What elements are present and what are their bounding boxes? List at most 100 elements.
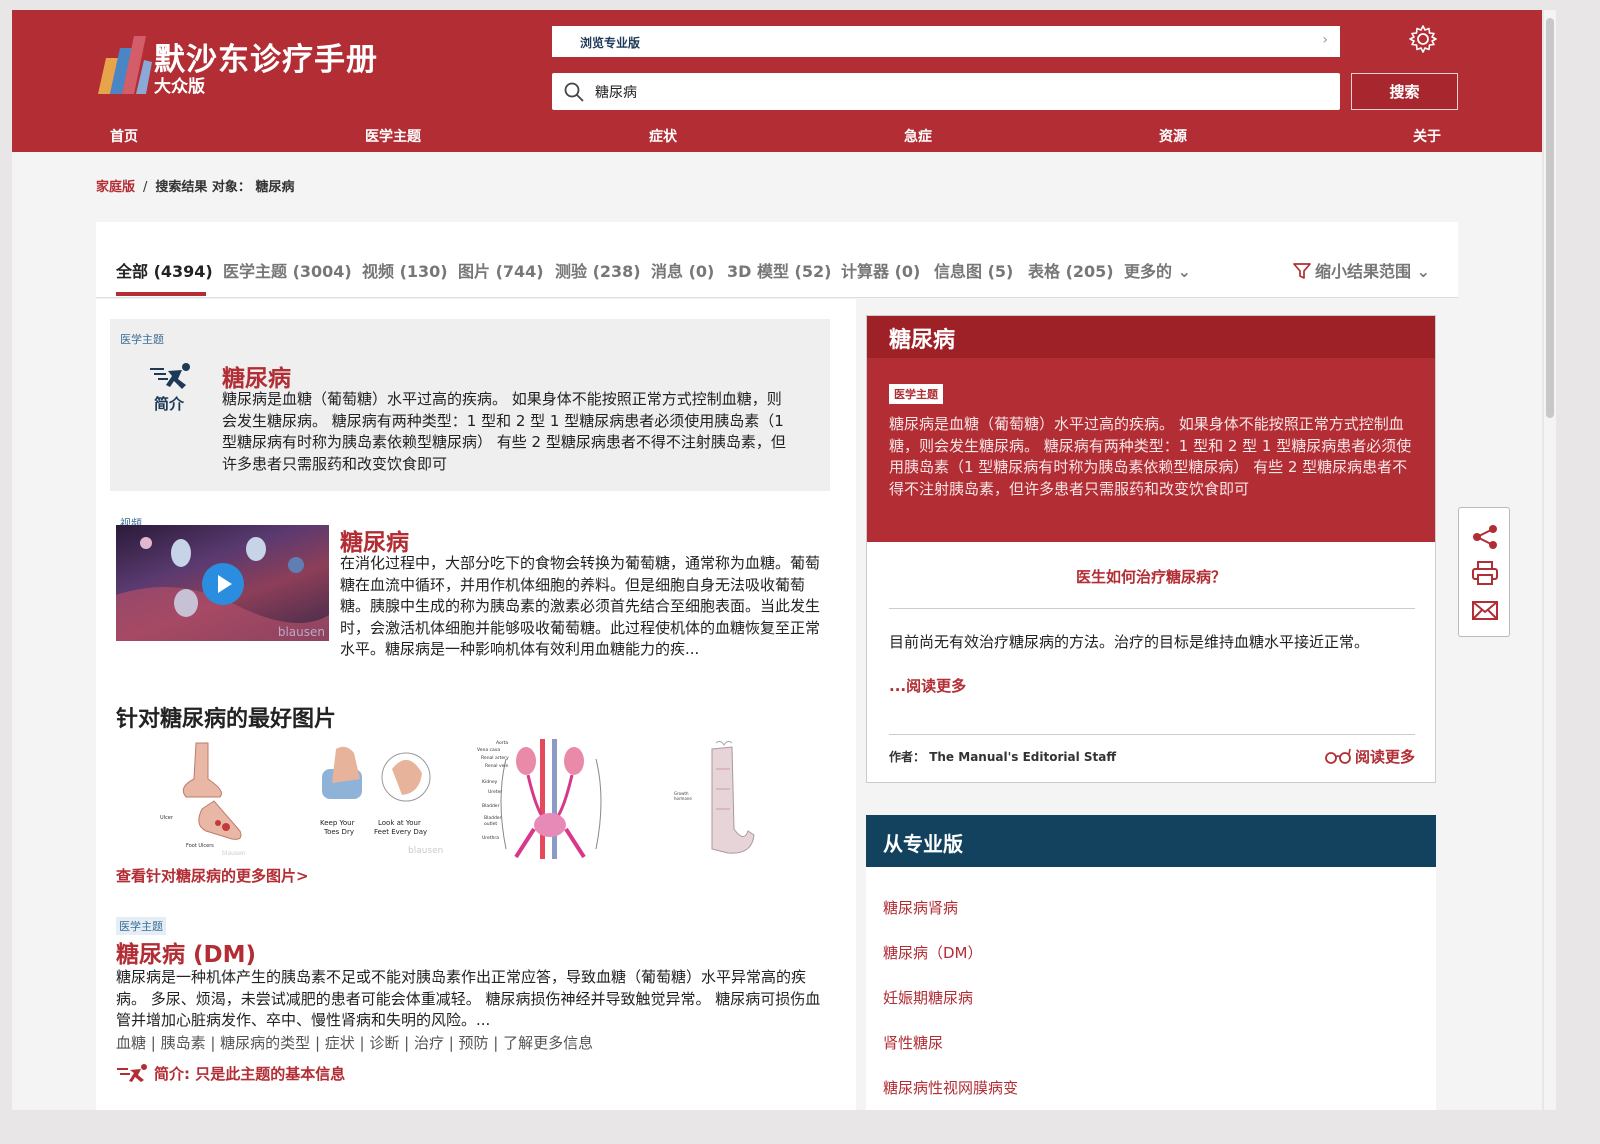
image-foot-ulcers[interactable]: Ulcer Foot Ulcers blausen bbox=[156, 739, 276, 859]
narrow-results-button[interactable]: 缩小结果范围 ⌄ bbox=[1293, 258, 1430, 282]
email-icon[interactable] bbox=[1471, 598, 1499, 624]
tab-videos[interactable]: 视频 (130) bbox=[362, 258, 448, 282]
image-label: outlet bbox=[484, 821, 497, 827]
share-icon[interactable] bbox=[1471, 524, 1499, 550]
nav-about[interactable]: 关于 bbox=[1413, 126, 1441, 146]
pro-link-diabetes-dm[interactable]: 糖尿病（DM） bbox=[883, 942, 983, 963]
nav-symptoms[interactable]: 症状 bbox=[649, 126, 677, 146]
breadcrumb-home[interactable]: 家庭版 bbox=[96, 180, 135, 195]
image-label: Ulcer bbox=[160, 815, 174, 821]
result-title[interactable]: 糖尿病 bbox=[340, 523, 409, 557]
results-column: 医学主题 简介 糖尿病 糖尿病是血糖（葡萄糖）水平过高的疾病。 如果身体不能按照… bbox=[96, 299, 856, 1110]
pro-link-renal-glucosuria[interactable]: 肾性糖尿 bbox=[883, 1032, 943, 1053]
image-label: Kidney bbox=[482, 779, 498, 785]
nav-emergencies[interactable]: 急症 bbox=[904, 126, 932, 146]
nav-medical-topics[interactable]: 医学主题 bbox=[365, 126, 421, 146]
scrollbar-thumb[interactable] bbox=[1546, 18, 1554, 418]
image-label: Vena cava bbox=[477, 747, 500, 753]
result-title[interactable]: 糖尿病 bbox=[222, 359, 291, 393]
runner-icon bbox=[117, 1064, 147, 1082]
image-urinary-system[interactable]: Aorta Vena cava Renal artery Renal vein … bbox=[476, 739, 626, 859]
pro-link-gestational-diabetes[interactable]: 妊娠期糖尿病 bbox=[883, 987, 973, 1008]
pro-panel-header: 从专业版 bbox=[866, 815, 1436, 867]
pro-panel-title: 从专业版 bbox=[883, 832, 963, 856]
featured-topic-header: 糖尿病 bbox=[867, 316, 1435, 358]
watermark: blausen bbox=[277, 625, 325, 639]
breadcrumb: 家庭版 / 搜索结果 对象： 糖尿病 bbox=[96, 176, 294, 195]
search-icon bbox=[564, 82, 584, 102]
pro-version-link[interactable]: 浏览专业版 › bbox=[552, 26, 1340, 57]
featured-topic-card: 糖尿病 医学主题 糖尿病是血糖（葡萄糖）水平过高的疾病。 如果身体不能按照正常方… bbox=[866, 315, 1436, 783]
active-tab-indicator bbox=[116, 292, 206, 296]
result-title[interactable]: 糖尿病 (DM) bbox=[116, 935, 256, 969]
nav-home[interactable]: 首页 bbox=[110, 126, 138, 146]
intro-badge: 简介 bbox=[154, 395, 185, 413]
tab-all[interactable]: 全部 (4394) bbox=[116, 258, 213, 282]
tab-quizzes[interactable]: 测验 (238) bbox=[555, 258, 641, 282]
result-snippet: 糖尿病是血糖（葡萄糖）水平过高的疾病。 如果身体不能按照正常方式控制血糖，则会发… bbox=[222, 390, 786, 473]
filter-icon bbox=[1293, 263, 1311, 279]
image-label: hormone bbox=[674, 796, 692, 801]
result-card-topic[interactable]: 医学主题 简介 糖尿病 糖尿病是血糖（葡萄糖）水平过高的疾病。 如果身体不能按照… bbox=[110, 319, 830, 491]
pro-link-diabetic-retinopathy[interactable]: 糖尿病性视网膜病变 bbox=[883, 1077, 1018, 1098]
tab-3d-models[interactable]: 3D 模型 (52) bbox=[727, 258, 831, 282]
browser-window: 默沙东诊疗手册 大众版 浏览专业版 › 搜索 首页 医学主题 症状 急症 资源 … bbox=[12, 10, 1542, 1110]
read-more-button[interactable]: 阅读更多 bbox=[1325, 746, 1415, 767]
result-type-tag: 医学主题 bbox=[116, 917, 166, 935]
divider bbox=[889, 734, 1415, 735]
breadcrumb-separator: / bbox=[143, 180, 148, 195]
read-more-label: 阅读更多 bbox=[1354, 748, 1415, 766]
gear-icon[interactable] bbox=[1408, 24, 1438, 54]
tab-images[interactable]: 图片 (744) bbox=[458, 258, 544, 282]
breadcrumb-current: 搜索结果 对象： 糖尿病 bbox=[155, 180, 295, 195]
subtopic-links[interactable]: 血糖 | 胰岛素 | 糖尿病的类型 | 症状 | 诊断 | 治疗 | 预防 | … bbox=[116, 1032, 593, 1053]
author-label: 作者： bbox=[889, 750, 926, 764]
image-label: Toes Dry bbox=[323, 828, 354, 836]
image-strip: Ulcer Foot Ulcers blausen Keep Your Toes… bbox=[116, 739, 816, 859]
tab-medical-topics[interactable]: 医学主题 (3004) bbox=[223, 258, 352, 282]
pro-version-label: 浏览专业版 bbox=[580, 36, 641, 50]
page-scrollbar[interactable] bbox=[1544, 10, 1556, 1110]
best-images-heading: 针对糖尿病的最好图片 bbox=[116, 707, 337, 732]
nav-resources[interactable]: 资源 bbox=[1159, 126, 1187, 146]
tab-more[interactable]: 更多的 ⌄ bbox=[1124, 258, 1191, 282]
treatment-answer: 目前尚无有效治疗糖尿病的方法。治疗的目标是维持血糖水平接近正常。 bbox=[889, 633, 1370, 651]
chevron-right-icon: › bbox=[1322, 32, 1328, 48]
video-thumbnail[interactable]: blausen bbox=[116, 525, 329, 641]
read-more-link[interactable]: ...阅读更多 bbox=[889, 675, 966, 696]
runner-icon bbox=[150, 363, 190, 389]
pro-link-diabetic-nephropathy[interactable]: 糖尿病肾病 bbox=[883, 897, 958, 918]
image-label: Foot Ulcers bbox=[186, 843, 214, 849]
image-label: Ureter bbox=[488, 789, 502, 795]
featured-topic-tag: 医学主题 bbox=[889, 384, 943, 404]
tab-infographics[interactable]: 信息图 (5) bbox=[934, 258, 1013, 282]
play-icon[interactable] bbox=[202, 563, 244, 605]
image-label: Renal vein bbox=[485, 763, 509, 769]
tab-news[interactable]: 消息 (0) bbox=[651, 258, 714, 282]
result-snippet: 糖尿病是一种机体产生的胰岛素不足或不能对胰岛素作出正常应答，导致血糖（葡萄糖）水… bbox=[116, 968, 821, 1029]
image-foot-care[interactable]: Keep Your Toes Dry Look at Your Feet Eve… bbox=[302, 739, 452, 859]
image-pancreas[interactable]: Growth hormone bbox=[672, 739, 782, 859]
featured-topic-title[interactable]: 糖尿病 bbox=[889, 322, 955, 354]
print-icon[interactable] bbox=[1471, 560, 1499, 586]
msd-logo-icon[interactable] bbox=[96, 36, 152, 94]
search-input[interactable] bbox=[595, 79, 1315, 104]
tab-tables[interactable]: 表格 (205) bbox=[1028, 258, 1114, 282]
more-images-link[interactable]: 查看针对糖尿病的更多图片> bbox=[116, 865, 309, 886]
site-edition: 大众版 bbox=[154, 77, 205, 97]
main-nav: 首页 医学主题 症状 急症 资源 关于 bbox=[12, 126, 1542, 148]
image-label: Look at Your bbox=[378, 819, 421, 827]
glasses-icon bbox=[1325, 748, 1351, 764]
basic-info-link[interactable]: 简介: 只是此主题的基本信息 bbox=[154, 1063, 345, 1084]
narrow-results-label: 缩小结果范围 ⌄ bbox=[1315, 262, 1430, 281]
search-button[interactable]: 搜索 bbox=[1351, 73, 1458, 110]
result-type-tag: 医学主题 bbox=[120, 333, 164, 346]
author-line: 作者： The Manual's Editorial Staff bbox=[889, 748, 1116, 765]
tab-calculators[interactable]: 计算器 (0) bbox=[841, 258, 920, 282]
image-label: Bladder bbox=[484, 815, 502, 821]
watermark: blausen bbox=[222, 850, 246, 857]
featured-topic-summary: 医学主题 糖尿病是血糖（葡萄糖）水平过高的疾病。 如果身体不能按照正常方式控制血… bbox=[867, 358, 1435, 542]
treatment-question[interactable]: 医生如何治疗糖尿病？ bbox=[867, 566, 1435, 587]
image-label: Keep Your bbox=[320, 819, 355, 827]
author-name: The Manual's Editorial Staff bbox=[929, 750, 1117, 764]
